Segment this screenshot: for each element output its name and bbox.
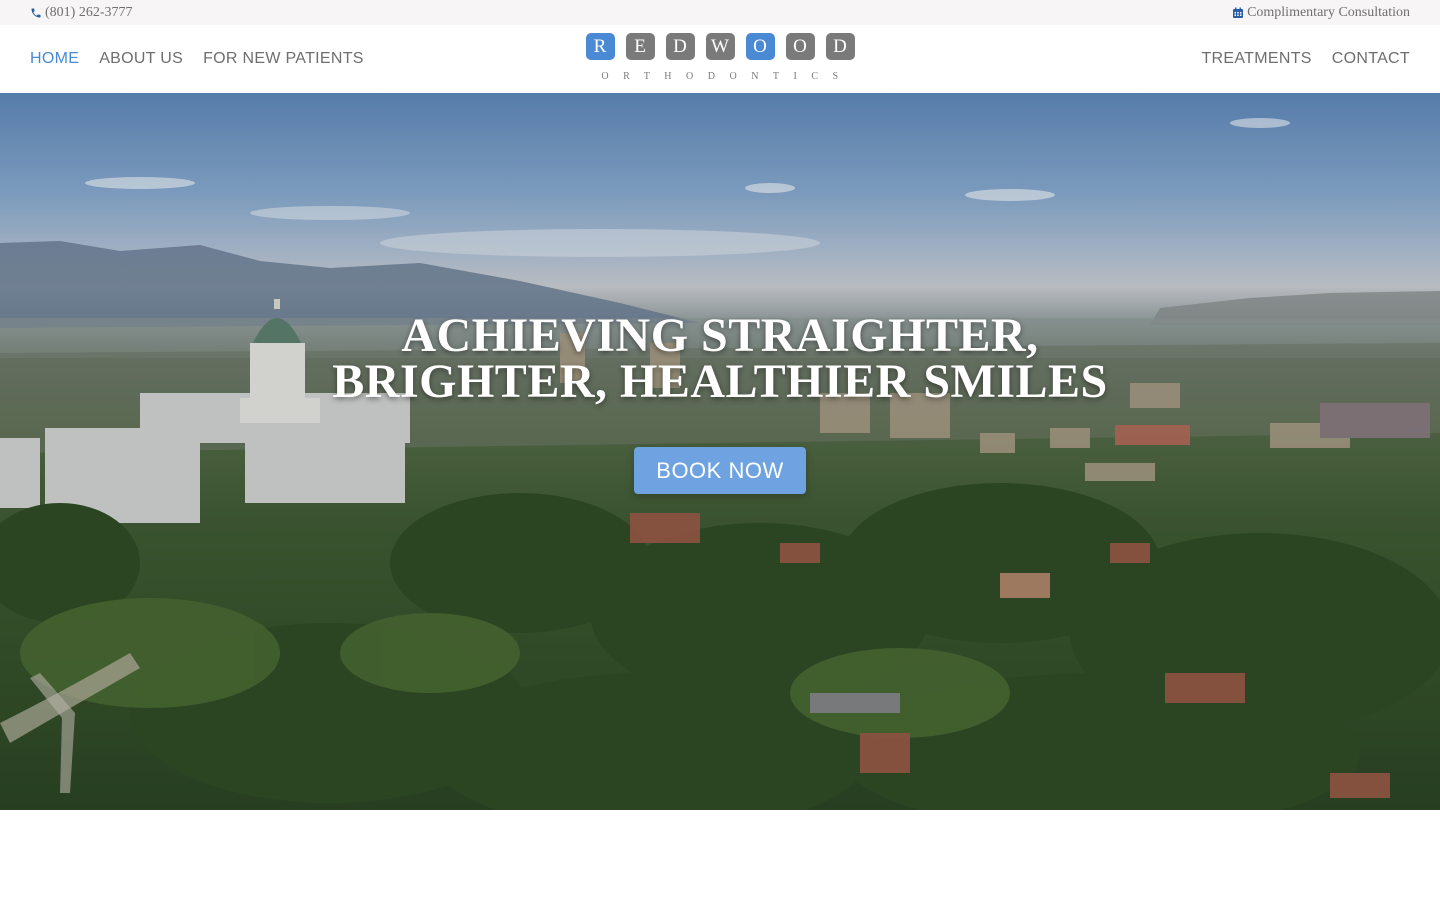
hero-banner: ACHIEVING STRAIGHTER, BRIGHTER, HEALTHIE… (0, 93, 1440, 810)
nav-about-us[interactable]: ABOUT US (99, 50, 183, 68)
logo-letter-r: R (585, 33, 615, 60)
nav-left: HOME ABOUT US FOR NEW PATIENTS (30, 50, 364, 68)
nav-treatments[interactable]: TREATMENTS (1201, 50, 1311, 68)
logo-letter-o-second: O (785, 33, 815, 60)
phone-link[interactable]: (801) 262-3777 (30, 5, 133, 21)
nav-right: TREATMENTS CONTACT (1201, 50, 1410, 68)
hero-headline: ACHIEVING STRAIGHTER, BRIGHTER, HEALTHIE… (0, 312, 1440, 408)
consultation-link[interactable]: Complimentary Consultation (1232, 5, 1410, 21)
logo-letter-d: D (665, 33, 695, 60)
nav-contact[interactable]: CONTACT (1332, 50, 1410, 68)
logo-letters: R E D W O O D (585, 33, 855, 60)
logo-letter-e: E (625, 33, 655, 60)
book-now-button[interactable]: BOOK NOW (634, 447, 806, 494)
logo-letter-o-first: O (745, 33, 775, 60)
phone-number: (801) 262-3777 (45, 4, 133, 20)
phone-icon (31, 8, 41, 17)
logo-subtitle: ORTHODONTICS (601, 71, 853, 82)
nav-for-new-patients[interactable]: FOR NEW PATIENTS (203, 50, 364, 68)
top-bar: (801) 262-3777 Complimentary Consultatio… (0, 0, 1440, 25)
consultation-text: Complimentary Consultation (1247, 4, 1410, 20)
logo-letter-d-last: D (825, 33, 855, 60)
hero-headline-line-2: BRIGHTER, HEALTHIER SMILES (332, 355, 1108, 408)
main-navigation: HOME ABOUT US FOR NEW PATIENTS R E D W O… (0, 25, 1440, 93)
redwood-logo[interactable]: R E D W O O D ORTHODONTICS (585, 33, 855, 87)
logo-letter-w: W (705, 33, 735, 60)
nav-home[interactable]: HOME (30, 50, 79, 68)
calendar-icon (1233, 7, 1244, 18)
